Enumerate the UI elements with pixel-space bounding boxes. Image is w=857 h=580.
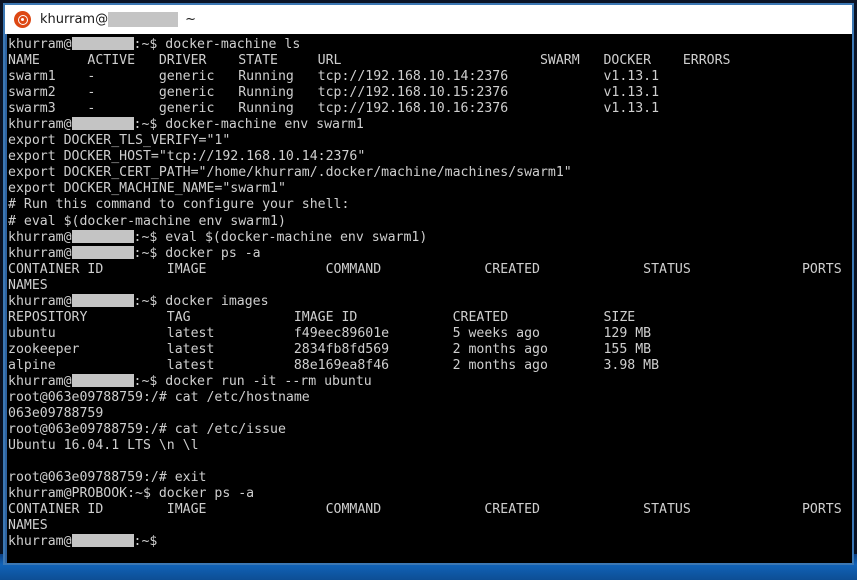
prompt-symbol: :~$: [133, 534, 166, 550]
prompt-symbol: :~$: [133, 117, 166, 133]
prompt-user: khurram@: [8, 373, 72, 389]
prompt-command: docker run -it --rm ubuntu: [165, 373, 372, 389]
terminal-prompt-line: khurram@ :~$ docker-machine ls: [8, 37, 852, 53]
prompt-host-redaction: [71, 373, 134, 387]
prompt-command: docker ps -a: [165, 245, 261, 261]
terminal-screen[interactable]: khurram@ :~$ docker-machine ls NAME ACTIVE…: [5, 34, 852, 563]
prompt-host-redaction: [71, 293, 134, 307]
prompt-host-redaction: [71, 245, 134, 259]
terminal-output-line: export DOCKER_CERT_PATH="/home/khurram/.…: [8, 165, 572, 181]
terminal-output-line: export DOCKER_MACHINE_NAME="swarm1": [8, 181, 286, 197]
terminal-prompt-line: khurram@ :~$: [8, 534, 852, 550]
terminal-output-line: root@063e09788759:/# exit: [8, 470, 207, 486]
terminal-output-line: Ubuntu 16.04.1 LTS \n \l: [8, 438, 199, 454]
prompt-user: khurram@: [8, 534, 72, 550]
terminal-output-line: REPOSITORY TAG IMAGE ID CREATED SIZE: [8, 309, 636, 325]
prompt-user: khurram@: [8, 229, 72, 245]
terminal-output-line: # eval $(docker-machine env swarm1): [8, 213, 286, 229]
terminal-prompt-line: khurram@ :~$ docker-machine env swarm1: [8, 117, 852, 133]
prompt-user: khurram@: [8, 245, 72, 261]
terminal-output-line: swarm1 - generic Running tcp://192.168.1…: [8, 69, 660, 85]
window-title-host-redaction: [108, 12, 179, 27]
terminal-output-line: alpine latest 88e169ea8f46 2 months ago …: [8, 357, 660, 373]
prompt-command: docker images: [165, 293, 269, 309]
terminal-output-line: NAMES: [8, 518, 48, 534]
terminal-output-line: # Run this command to configure your she…: [8, 197, 350, 213]
terminal-window[interactable]: khurram@ ~ khurram@ :~$ docker-machine ls…: [3, 3, 854, 565]
terminal-prompt-line: khurram@ :~$ docker ps -a: [8, 245, 852, 262]
terminal-output-line: zookeeper latest 2834fb8fd569 2 months a…: [8, 341, 652, 357]
terminal-prompt-line: khurram@ :~$ docker images: [8, 293, 852, 310]
terminal-output-line: root@063e09788759:/# cat /etc/hostname: [8, 390, 310, 406]
prompt-symbol: :~$: [133, 373, 166, 389]
window-title-bar[interactable]: khurram@ ~: [5, 5, 852, 34]
terminal-output-line: CONTAINER ID IMAGE COMMAND CREATED STATU…: [8, 502, 842, 518]
terminal-output-line: NAMES: [8, 277, 48, 293]
ubuntu-logo-icon: [14, 11, 31, 28]
prompt-host-redaction: [71, 117, 134, 131]
prompt-host-redaction: [71, 534, 134, 548]
terminal-output-line: swarm2 - generic Running tcp://192.168.1…: [8, 85, 660, 101]
terminal-output-line: CONTAINER ID IMAGE COMMAND CREATED STATU…: [8, 261, 842, 277]
prompt-symbol: :~$: [133, 37, 166, 52]
terminal-output-line: khurram@PROBOOK:~$ docker ps -a: [8, 486, 255, 502]
terminal-prompt-line: khurram@ :~$ eval $(docker-machine env sw…: [8, 229, 852, 246]
prompt-host-redaction: [71, 229, 134, 243]
terminal-output-line: ubuntu latest f49eec89601e 5 weeks ago 1…: [8, 325, 652, 341]
prompt-user: khurram@: [8, 293, 72, 309]
terminal-output-line: export DOCKER_HOST="tcp://192.168.10.14:…: [8, 149, 366, 165]
terminal-prompt-line: khurram@ :~$ docker run -it --rm ubuntu: [8, 373, 852, 390]
terminal-output-line: 063e09788759: [8, 406, 104, 422]
prompt-symbol: :~$: [133, 293, 166, 309]
prompt-host-redaction: [71, 37, 134, 50]
window-title-path: ~: [185, 12, 197, 27]
window-title-user: khurram@: [40, 12, 109, 27]
prompt-symbol: :~$: [133, 245, 166, 261]
terminal-left-stripe: [5, 34, 7, 563]
terminal-output-line: swarm3 - generic Running tcp://192.168.1…: [8, 101, 660, 117]
prompt-user: khurram@: [8, 37, 72, 52]
prompt-command: docker-machine env swarm1: [165, 117, 364, 133]
prompt-user: khurram@: [8, 117, 72, 133]
prompt-symbol: :~$: [133, 229, 166, 245]
prompt-command: docker-machine ls: [165, 37, 301, 52]
prompt-command: eval $(docker-machine env swarm1): [165, 229, 428, 245]
terminal-output-line: root@063e09788759:/# cat /etc/issue: [8, 422, 286, 438]
terminal-output: khurram@ :~$ docker-machine ls NAME ACTIVE…: [8, 37, 852, 551]
terminal-output-line: export DOCKER_TLS_VERIFY="1": [8, 133, 231, 149]
terminal-output-line: NAME ACTIVE DRIVER STATE URL SWARM DOCKE…: [8, 53, 731, 69]
